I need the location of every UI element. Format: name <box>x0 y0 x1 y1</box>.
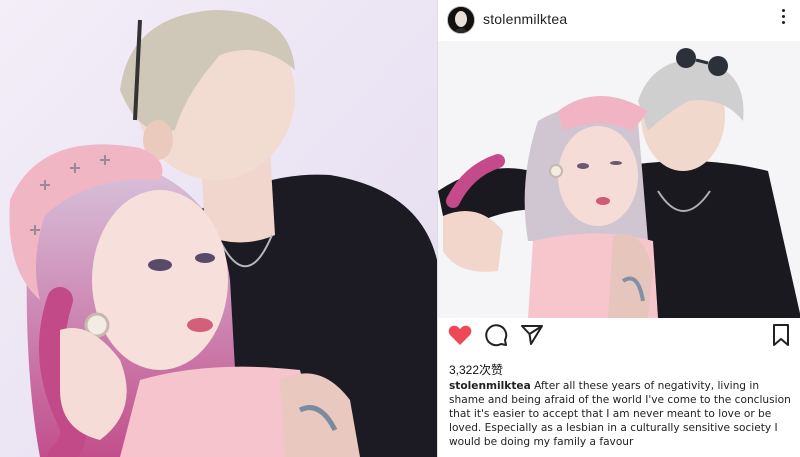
send-icon[interactable] <box>519 322 545 348</box>
caption-username[interactable]: stolenmilktea <box>449 380 531 392</box>
avatar-image <box>448 7 474 33</box>
left-photo <box>0 0 437 457</box>
bookmark-icon[interactable] <box>768 322 794 348</box>
couple-photo-large <box>0 0 437 457</box>
couple-photo-small <box>438 41 800 318</box>
more-options-icon[interactable] <box>777 6 789 32</box>
post-actions <box>438 322 800 358</box>
instagram-post: stolenmilktea 3,322次赞 stolenmilktea Afte… <box>437 0 800 457</box>
likes-count[interactable]: 3,322次赞 <box>449 361 503 378</box>
post-header: stolenmilktea <box>438 0 800 40</box>
comment-icon[interactable] <box>483 322 509 348</box>
post-caption: stolenmilktea After all these years of n… <box>449 379 794 449</box>
post-photo[interactable] <box>438 41 800 318</box>
heart-icon[interactable] <box>447 322 473 348</box>
avatar[interactable] <box>447 6 475 34</box>
post-username[interactable]: stolenmilktea <box>483 11 567 27</box>
